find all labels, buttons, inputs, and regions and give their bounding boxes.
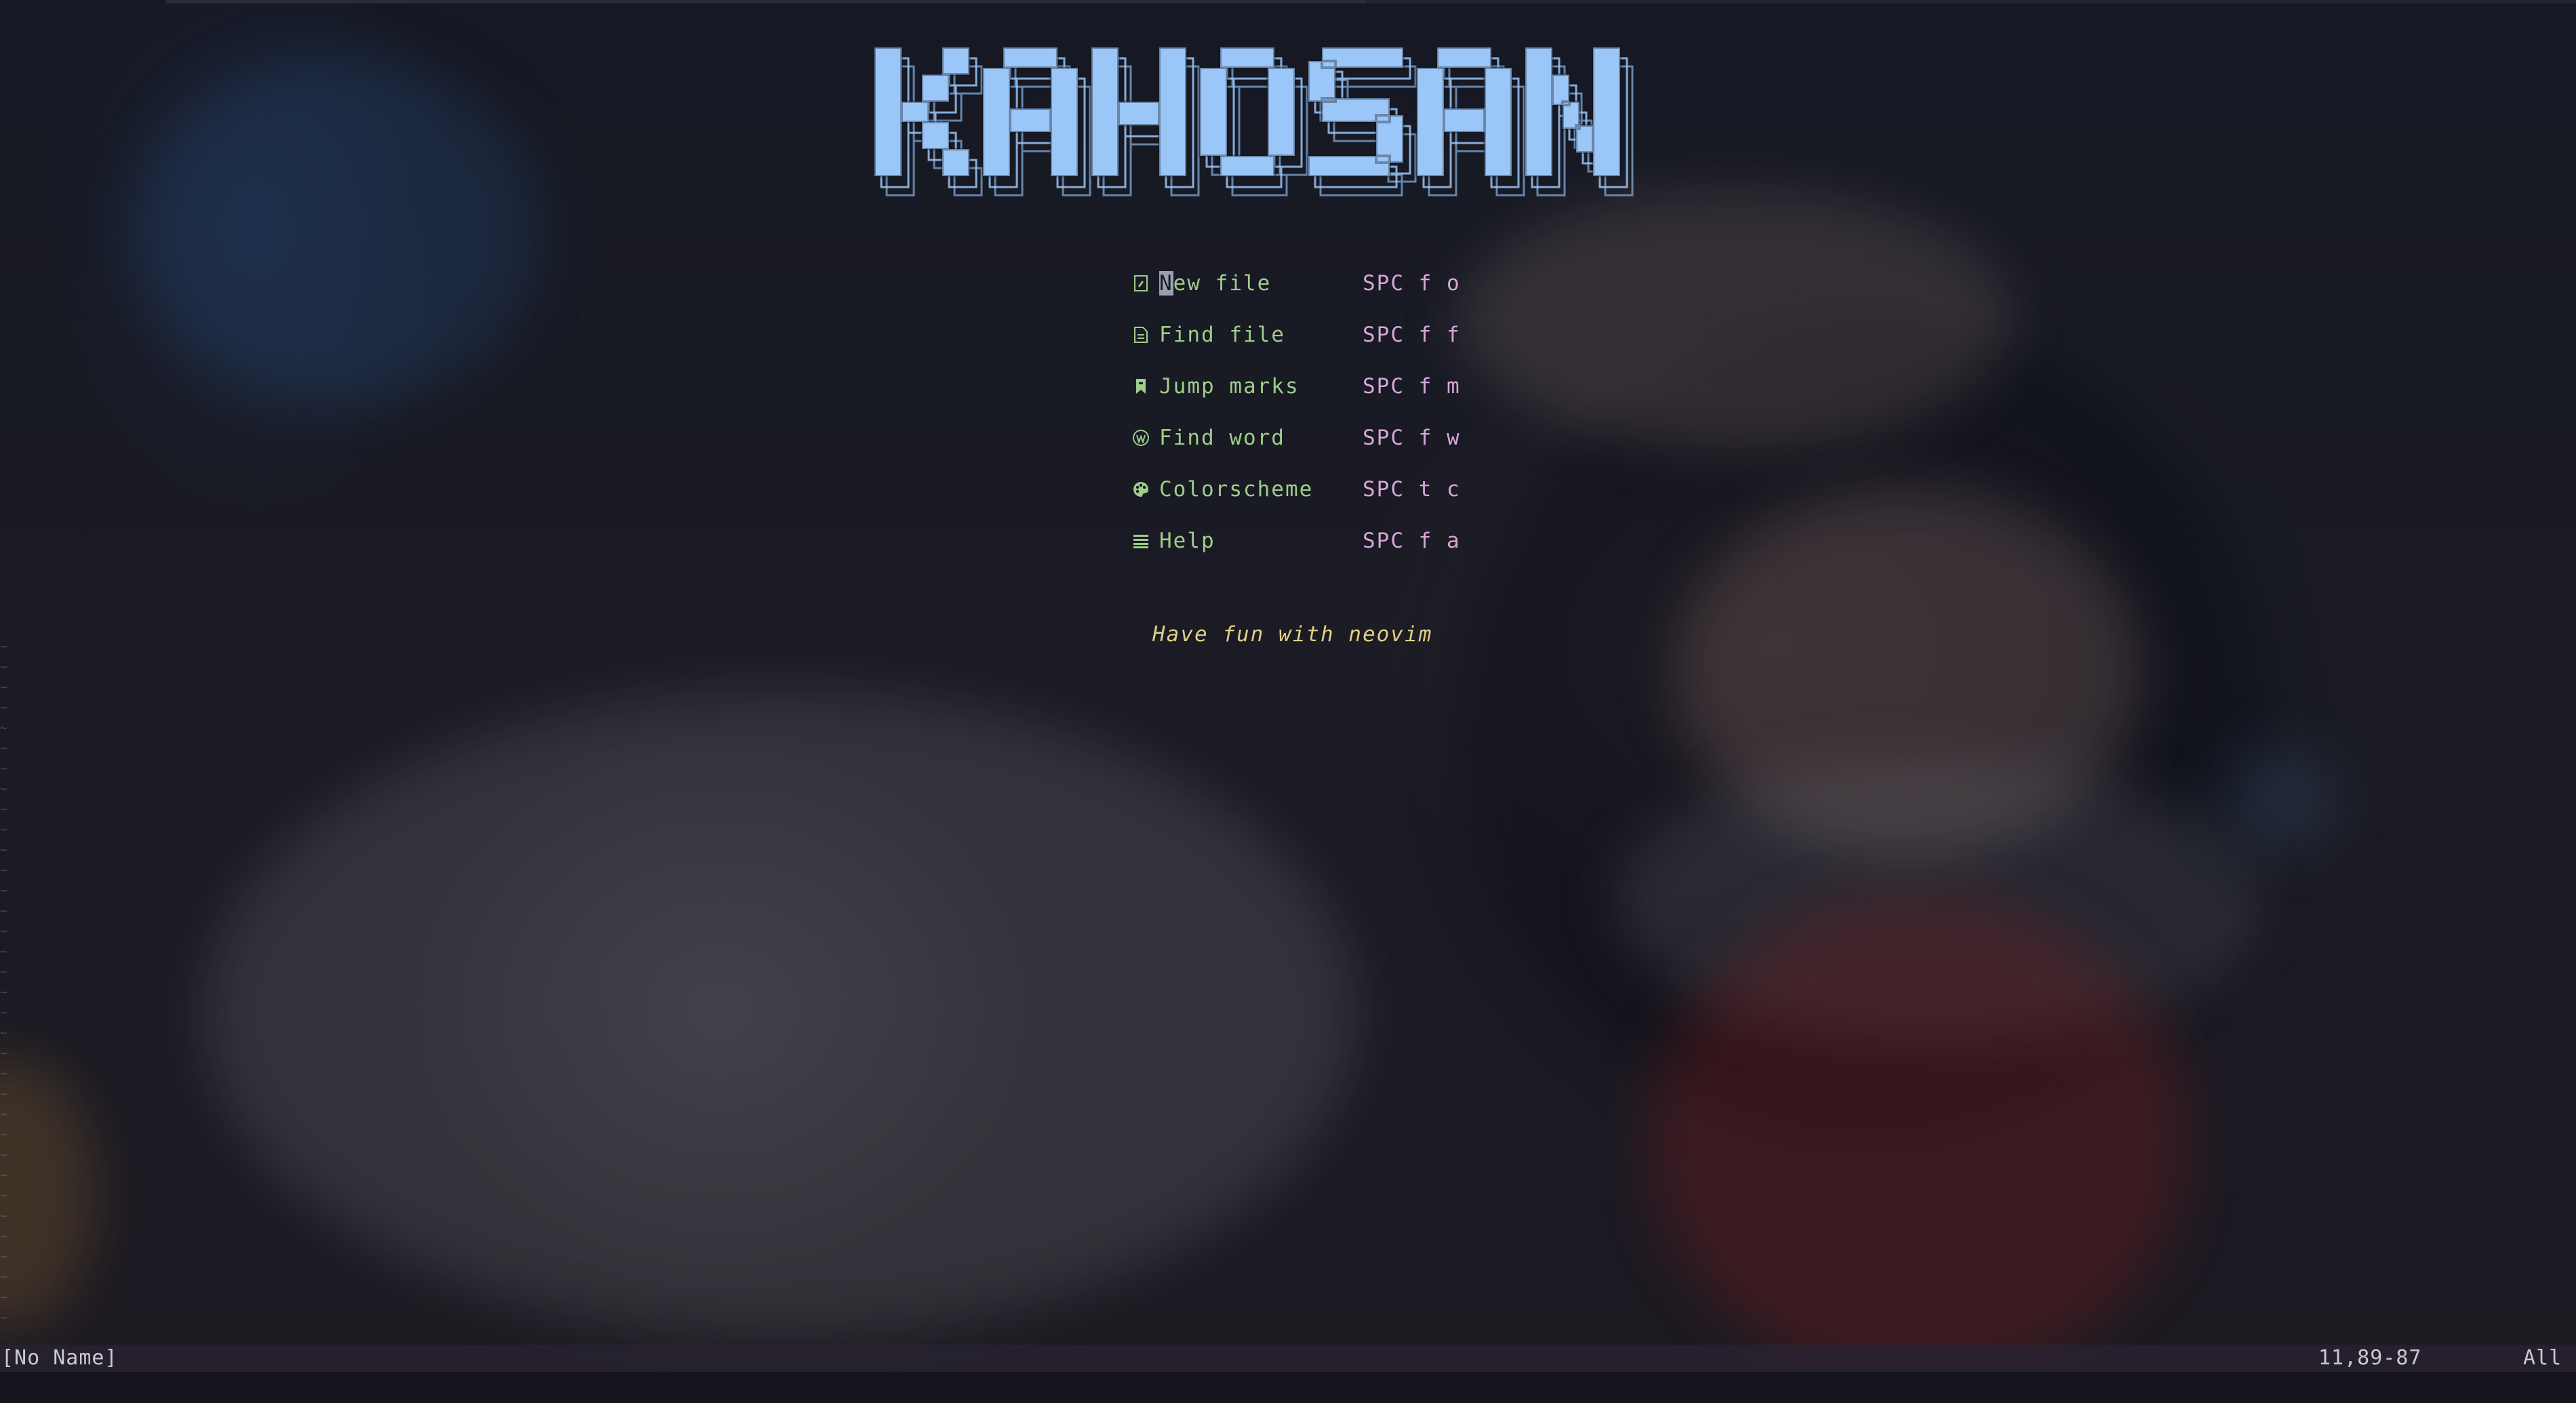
cursor-position: 11,89-87 bbox=[2318, 1346, 2422, 1370]
menu-item-shortcut: SPC f a bbox=[1363, 529, 1461, 553]
scroll-indicator: All bbox=[2523, 1346, 2562, 1370]
statusline: [No Name] 11,89-87 All bbox=[0, 1345, 2576, 1372]
buffer-name: [No Name] bbox=[1, 1346, 118, 1370]
menu-item-shortcut: SPC f w bbox=[1363, 426, 1461, 450]
menu-item-colorscheme[interactable]: Colorscheme SPC t c bbox=[1132, 464, 1461, 515]
tabline-strip-right bbox=[1366, 0, 2576, 3]
empty-line-markers: ~ ~ ~ ~ ~ ~ ~ ~ ~ ~ ~ ~ ~ ~ ~ ~ ~ ~ ~ ~ … bbox=[0, 640, 7, 1325]
menu-item-label: New file bbox=[1159, 271, 1272, 296]
tabline-strip bbox=[166, 0, 1366, 3]
wallpaper-background bbox=[0, 0, 2576, 1403]
menu-item-label: Find word bbox=[1159, 426, 1285, 450]
menu-item-find-file[interactable]: Find file SPC f f bbox=[1132, 309, 1461, 361]
menu-item-find-word[interactable]: Find word SPC f w bbox=[1132, 412, 1461, 464]
menu-item-shortcut: SPC f f bbox=[1363, 323, 1461, 347]
dashboard-logo bbox=[874, 47, 1634, 197]
wallpaper-cloth-blur bbox=[203, 691, 1356, 1335]
command-line[interactable] bbox=[0, 1372, 2576, 1403]
menu-item-help[interactable]: Help SPC f a bbox=[1132, 515, 1461, 567]
menu-item-label: Jump marks bbox=[1159, 374, 1300, 399]
menu-item-label: Find file bbox=[1159, 323, 1285, 347]
wallpaper-bow-blur bbox=[1647, 895, 2190, 1383]
menu-item-shortcut: SPC f m bbox=[1363, 374, 1461, 399]
wallpaper-window-blur bbox=[136, 54, 542, 407]
wallpaper-panel-blur bbox=[2217, 746, 2339, 854]
menu-item-label: Colorscheme bbox=[1159, 477, 1314, 502]
wallpaper-orange-blur bbox=[0, 1057, 95, 1328]
menu-item-new-file[interactable]: New file SPC f o bbox=[1132, 258, 1461, 309]
wallpaper-hat-blur bbox=[1457, 190, 2013, 447]
dashboard-menu: New file SPC f o Find file SPC f f Jump … bbox=[1132, 258, 1461, 567]
menu-item-shortcut: SPC t c bbox=[1363, 477, 1461, 502]
wordpress-icon bbox=[1132, 429, 1150, 447]
list-icon bbox=[1132, 532, 1150, 550]
bookmark-icon bbox=[1132, 378, 1150, 395]
menu-item-shortcut: SPC f o bbox=[1363, 271, 1461, 296]
menu-item-jump-marks[interactable]: Jump marks SPC f m bbox=[1132, 361, 1461, 412]
text-cursor: N bbox=[1159, 271, 1173, 296]
menu-item-label: Help bbox=[1159, 529, 1215, 553]
new-file-icon bbox=[1132, 274, 1150, 292]
palette-icon bbox=[1132, 481, 1150, 498]
dashboard-footer: Have fun with neovim bbox=[1152, 622, 1433, 647]
file-icon bbox=[1132, 326, 1150, 344]
